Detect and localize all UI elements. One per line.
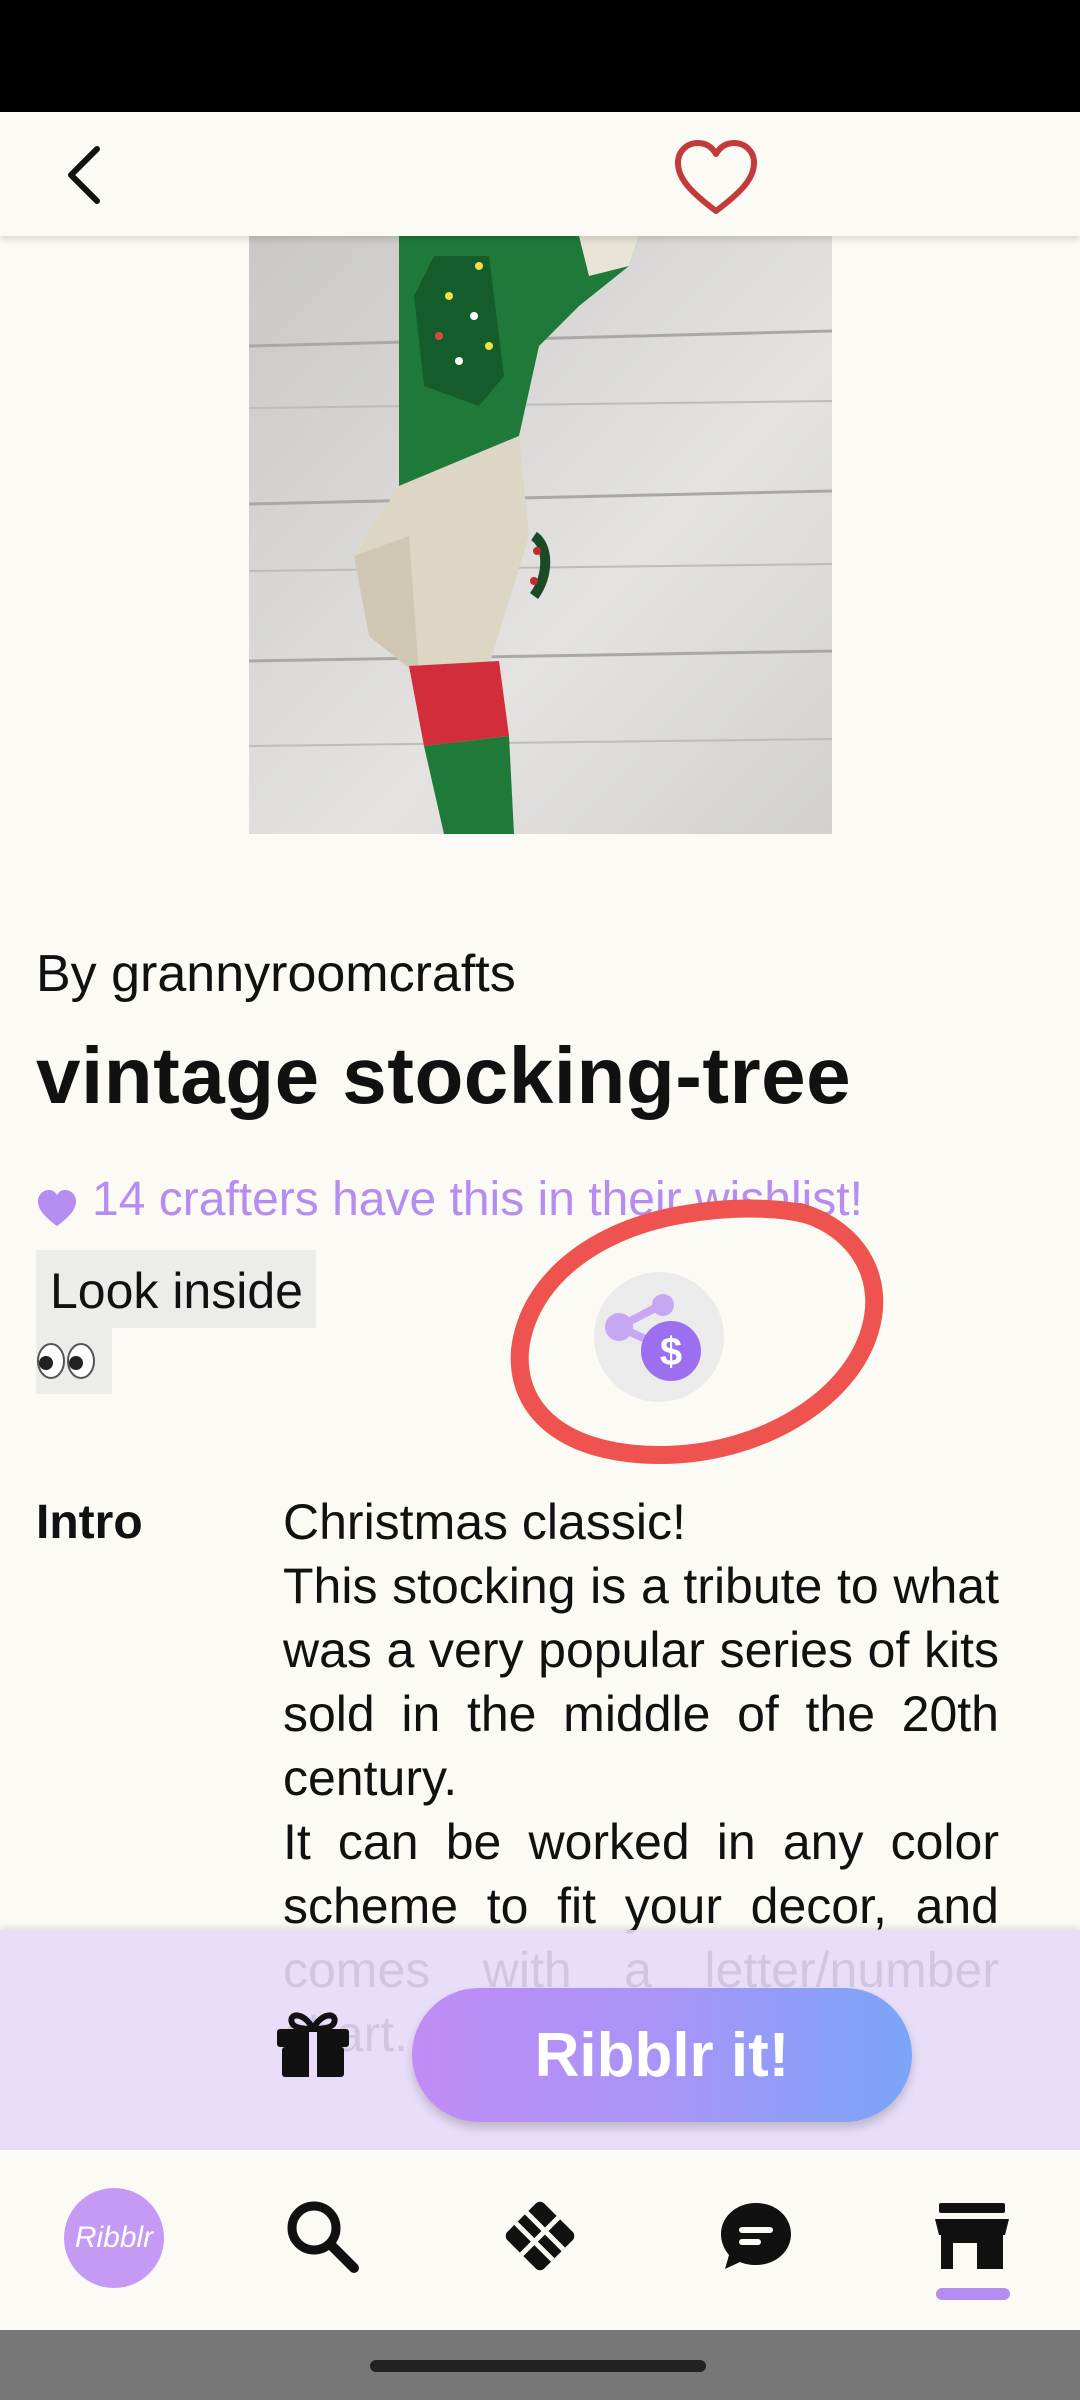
top-app-bar — [0, 112, 1080, 236]
shop-icon — [935, 2203, 1009, 2269]
status-bar — [0, 0, 1080, 112]
designer-byline[interactable]: By grannyroomcrafts — [36, 944, 516, 1004]
home-gesture-handle[interactable] — [370, 2360, 706, 2372]
gift-button[interactable] — [270, 2000, 356, 2086]
bottom-navigation: Ribblr — [0, 2150, 1080, 2330]
stocking-photo — [249, 236, 832, 834]
home-logo[interactable]: Ribblr — [64, 2188, 164, 2288]
system-navigation-bar — [0, 2330, 1080, 2400]
chat-tab[interactable] — [706, 2186, 806, 2286]
active-tab-indicator — [936, 2288, 1010, 2300]
chevron-left-icon — [68, 146, 100, 204]
patterns-icon — [505, 2201, 575, 2271]
search-tab[interactable] — [272, 2186, 372, 2286]
product-title: vintage stocking-tree — [36, 1031, 852, 1120]
intro-paragraph: This stocking is a tribute to what was a… — [283, 1558, 999, 1806]
intro-paragraph: Christmas classic! — [283, 1494, 686, 1550]
share-dollar-icon: $ — [605, 1294, 701, 1381]
look-inside-label: Look inside — [36, 1250, 316, 1328]
chat-icon — [721, 2203, 791, 2269]
search-icon — [287, 2201, 359, 2273]
gift-icon — [277, 2012, 349, 2079]
share-and-earn-button[interactable]: $ — [594, 1272, 724, 1402]
svg-text:$: $ — [660, 1330, 682, 1374]
shop-tab[interactable] — [922, 2186, 1022, 2286]
heart-outline-icon — [675, 140, 757, 214]
intro-label: Intro — [36, 1496, 143, 1549]
patterns-tab[interactable] — [490, 2186, 590, 2286]
eyes-icon — [36, 1328, 112, 1394]
purchase-bar: Ribblr it! — [0, 1930, 1080, 2150]
look-inside-button[interactable]: Look inside — [36, 1250, 316, 1394]
heart-icon — [38, 1190, 76, 1226]
wishlist-text: 14 crafters have this in their wishlist! — [92, 1172, 863, 1226]
favorite-button[interactable] — [670, 134, 762, 220]
eyes-emoji — [37, 1343, 95, 1379]
ribblr-it-button[interactable]: Ribblr it! — [412, 1988, 912, 2122]
product-image[interactable] — [249, 236, 832, 834]
back-button[interactable] — [50, 140, 120, 210]
wishlist-count: 14 crafters have this in their wishlist! — [36, 1170, 863, 1228]
